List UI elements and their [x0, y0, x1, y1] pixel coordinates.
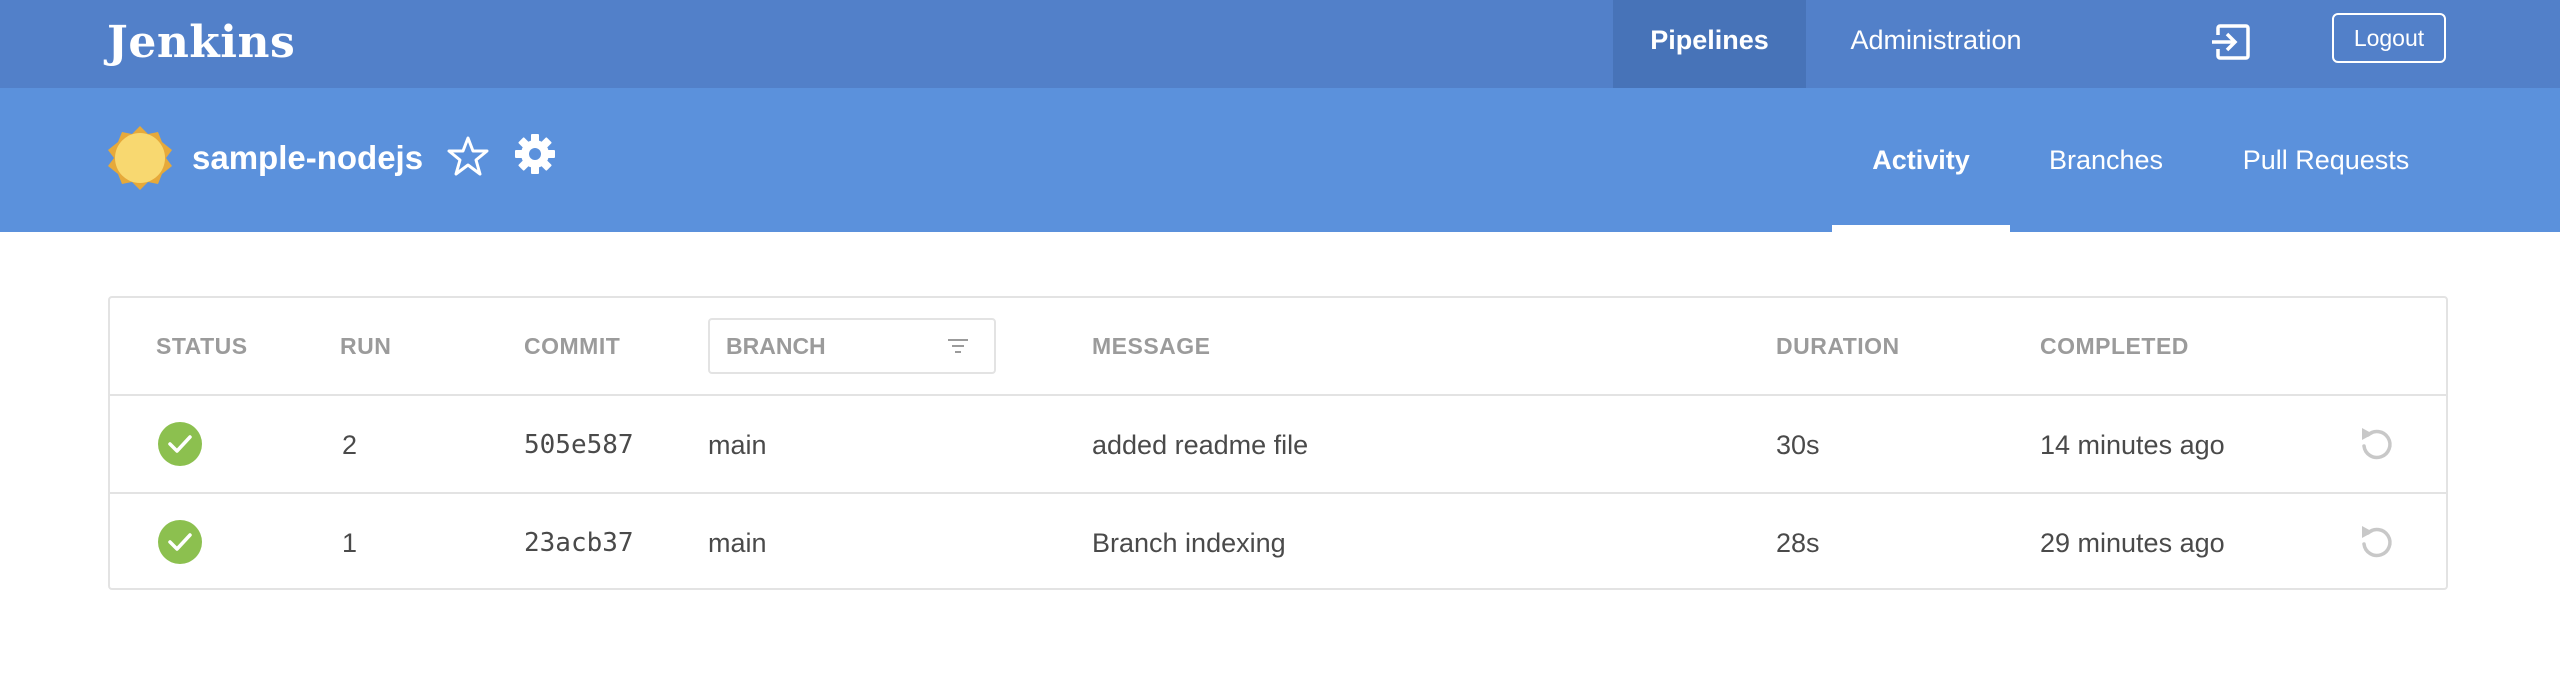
column-header-duration: DURATION: [1776, 333, 1900, 359]
column-header-completed: COMPLETED: [2040, 333, 2189, 359]
run-number: 2: [342, 430, 358, 460]
run-number: 1: [342, 528, 358, 558]
commit-id[interactable]: 23acb37: [524, 494, 634, 592]
table-row[interactable]: 2 505e587 main added readme file 30s 14 …: [110, 396, 2446, 494]
branch-name: main: [708, 430, 767, 460]
go-to-classic-icon[interactable]: [2210, 20, 2254, 64]
column-header-branch: BRANCH: [726, 333, 826, 359]
commit-id[interactable]: 505e587: [524, 396, 634, 494]
rerun-icon[interactable]: [2356, 424, 2396, 464]
run-duration: 28s: [1776, 528, 1820, 558]
tab-pull-requests[interactable]: Pull Requests: [2226, 88, 2426, 232]
completed-time: 14 minutes ago: [2040, 430, 2225, 460]
pipeline-title[interactable]: sample-nodejs: [192, 134, 423, 182]
favorite-star-icon[interactable]: [446, 134, 490, 178]
table-header: STATUS RUN COMMIT BRANCH MESSAGE DURATIO…: [110, 298, 2446, 396]
pipeline-header: sample-nodejs Activity Branches Pull Req…: [0, 88, 2560, 232]
nav-pipelines[interactable]: Pipelines: [1613, 0, 1806, 88]
branch-name: main: [708, 528, 767, 558]
run-duration: 30s: [1776, 430, 1820, 460]
logout-button[interactable]: Logout: [2332, 13, 2446, 63]
table-row[interactable]: 1 23acb37 main Branch indexing 28s 29 mi…: [110, 494, 2446, 592]
success-check-icon: [158, 422, 202, 466]
branch-filter-dropdown[interactable]: BRANCH: [708, 318, 996, 374]
success-check-icon: [158, 520, 202, 564]
gear-icon[interactable]: [513, 132, 557, 176]
column-header-run: RUN: [340, 333, 392, 359]
rerun-icon[interactable]: [2356, 522, 2396, 562]
tab-activity[interactable]: Activity: [1832, 88, 2010, 232]
column-header-status: STATUS: [156, 333, 248, 359]
filter-icon: [948, 339, 968, 353]
nav-administration[interactable]: Administration: [1830, 0, 2042, 88]
column-header-commit: COMMIT: [524, 333, 621, 359]
tab-branches[interactable]: Branches: [2030, 88, 2182, 232]
top-navigation-bar: Jenkins Pipelines Administration Logout: [0, 0, 2560, 88]
column-header-message: MESSAGE: [1092, 333, 1211, 359]
jenkins-logo[interactable]: Jenkins: [107, 8, 295, 78]
activity-table: STATUS RUN COMMIT BRANCH MESSAGE DURATIO…: [108, 296, 2448, 590]
commit-message: Branch indexing: [1092, 528, 1286, 558]
commit-message: added readme file: [1092, 430, 1309, 460]
completed-time: 29 minutes ago: [2040, 528, 2225, 558]
sunny-weather-icon: [108, 126, 172, 190]
